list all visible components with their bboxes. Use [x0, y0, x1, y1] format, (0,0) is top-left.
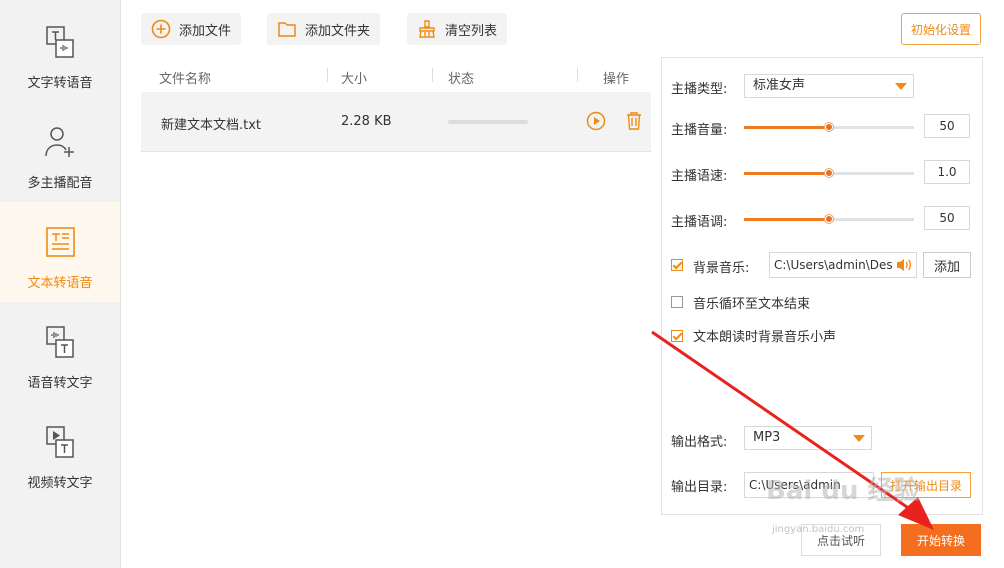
start-convert-button[interactable]: 开始转换 — [901, 524, 981, 556]
add-bg-music-button[interactable]: 添加 — [923, 252, 971, 278]
column-divider[interactable] — [577, 68, 578, 82]
loop-music-checkbox[interactable] — [671, 296, 683, 308]
clear-list-button[interactable]: 清空列表 — [407, 13, 508, 45]
sidebar-item-video-to-text[interactable]: 视频转文字 — [0, 402, 120, 502]
pitch-label: 主播语调: — [671, 215, 728, 230]
speech-to-text-icon — [46, 326, 74, 358]
volume-slider[interactable] — [744, 123, 914, 131]
output-format-value: MP3 — [753, 430, 781, 445]
sidebar-item-label: 文字转语音 — [27, 76, 93, 91]
sidebar: 文字转语音 多主播配音 文本转语音 语音转文字 视频转文字 — [0, 0, 121, 568]
output-dir-label: 输出目录: — [671, 480, 728, 495]
output-format-select[interactable]: MP3 — [744, 426, 872, 450]
column-header-size: 大小 — [341, 72, 368, 87]
volume-label: 主播音量: — [671, 123, 728, 138]
watermark-logo: Bai du 经验 — [766, 476, 920, 506]
anchor-type-select[interactable]: 标准女声 — [744, 74, 914, 98]
watermark-url: jingyan.baidu.com — [772, 524, 865, 535]
slider-handle[interactable] — [825, 169, 833, 177]
document-text-icon — [46, 227, 75, 257]
sidebar-item-document-to-speech[interactable]: 文本转语音 — [0, 202, 120, 302]
sidebar-item-speech-to-text[interactable]: 语音转文字 — [0, 302, 120, 402]
pitch-input[interactable]: 50 — [924, 206, 970, 230]
settings-panel: 主播类型: 标准女声 主播音量: 50 主播语速: 1.0 主播语调: 50 背… — [661, 57, 983, 515]
column-header-status: 状态 — [448, 72, 475, 87]
duck-music-checkbox[interactable] — [671, 330, 683, 342]
chevron-down-icon — [853, 435, 865, 442]
speed-input[interactable]: 1.0 — [924, 160, 970, 184]
add-file-label: 添加文件 — [179, 23, 232, 39]
bg-music-checkbox[interactable] — [671, 259, 683, 271]
user-add-icon — [45, 127, 74, 157]
bg-music-label: 背景音乐: — [693, 261, 750, 276]
play-icon[interactable] — [586, 111, 606, 131]
duck-music-label: 文本朗读时背景音乐小声 — [693, 330, 837, 345]
slider-handle[interactable] — [825, 215, 833, 223]
chevron-down-icon — [895, 83, 907, 90]
loop-music-label: 音乐循环至文本结束 — [693, 297, 811, 312]
output-format-label: 输出格式: — [671, 435, 728, 450]
clear-list-label: 清空列表 — [445, 23, 498, 39]
sidebar-item-multi-anchor[interactable]: 多主播配音 — [0, 102, 120, 202]
slider-fill — [744, 172, 829, 175]
add-folder-label: 添加文件夹 — [305, 23, 371, 39]
speed-label: 主播语速: — [671, 169, 728, 184]
slider-handle[interactable] — [825, 123, 833, 131]
trash-icon[interactable] — [625, 111, 643, 131]
pitch-slider[interactable] — [744, 215, 914, 223]
plus-circle-icon — [151, 19, 171, 39]
table-row[interactable]: 新建文本文档.txt 2.28 KB — [141, 92, 651, 152]
slider-fill — [744, 218, 829, 221]
speaker-icon[interactable] — [895, 257, 913, 273]
file-table-header: 文件名称 大小 状态 操作 — [141, 60, 651, 90]
sidebar-item-label: 视频转文字 — [27, 476, 93, 491]
file-size: 2.28 KB — [341, 114, 392, 129]
sidebar-item-label: 语音转文字 — [27, 376, 93, 391]
speed-slider[interactable] — [744, 169, 914, 177]
anchor-type-label: 主播类型: — [671, 82, 728, 97]
column-divider[interactable] — [327, 68, 328, 82]
volume-input[interactable]: 50 — [924, 114, 970, 138]
slider-fill — [744, 126, 829, 129]
progress-bar — [448, 120, 528, 124]
file-name: 新建文本文档.txt — [161, 118, 262, 133]
sidebar-item-label: 多主播配音 — [27, 176, 93, 191]
folder-icon — [278, 22, 296, 37]
video-to-text-icon — [46, 426, 74, 458]
anchor-type-value: 标准女声 — [753, 78, 806, 93]
add-file-button[interactable]: 添加文件 — [141, 13, 242, 45]
sidebar-item-label: 文本转语音 — [27, 276, 93, 291]
text-to-speech-icon — [46, 26, 74, 58]
init-settings-button[interactable]: 初始化设置 — [901, 13, 981, 45]
bg-music-path: C:\Users\admin\Des — [774, 258, 893, 272]
add-folder-button[interactable]: 添加文件夹 — [267, 13, 381, 45]
column-divider[interactable] — [432, 68, 433, 82]
sidebar-item-text-to-speech[interactable]: 文字转语音 — [0, 2, 120, 102]
broom-icon — [419, 20, 435, 38]
column-header-actions: 操作 — [603, 72, 630, 87]
column-header-name: 文件名称 — [159, 72, 212, 87]
